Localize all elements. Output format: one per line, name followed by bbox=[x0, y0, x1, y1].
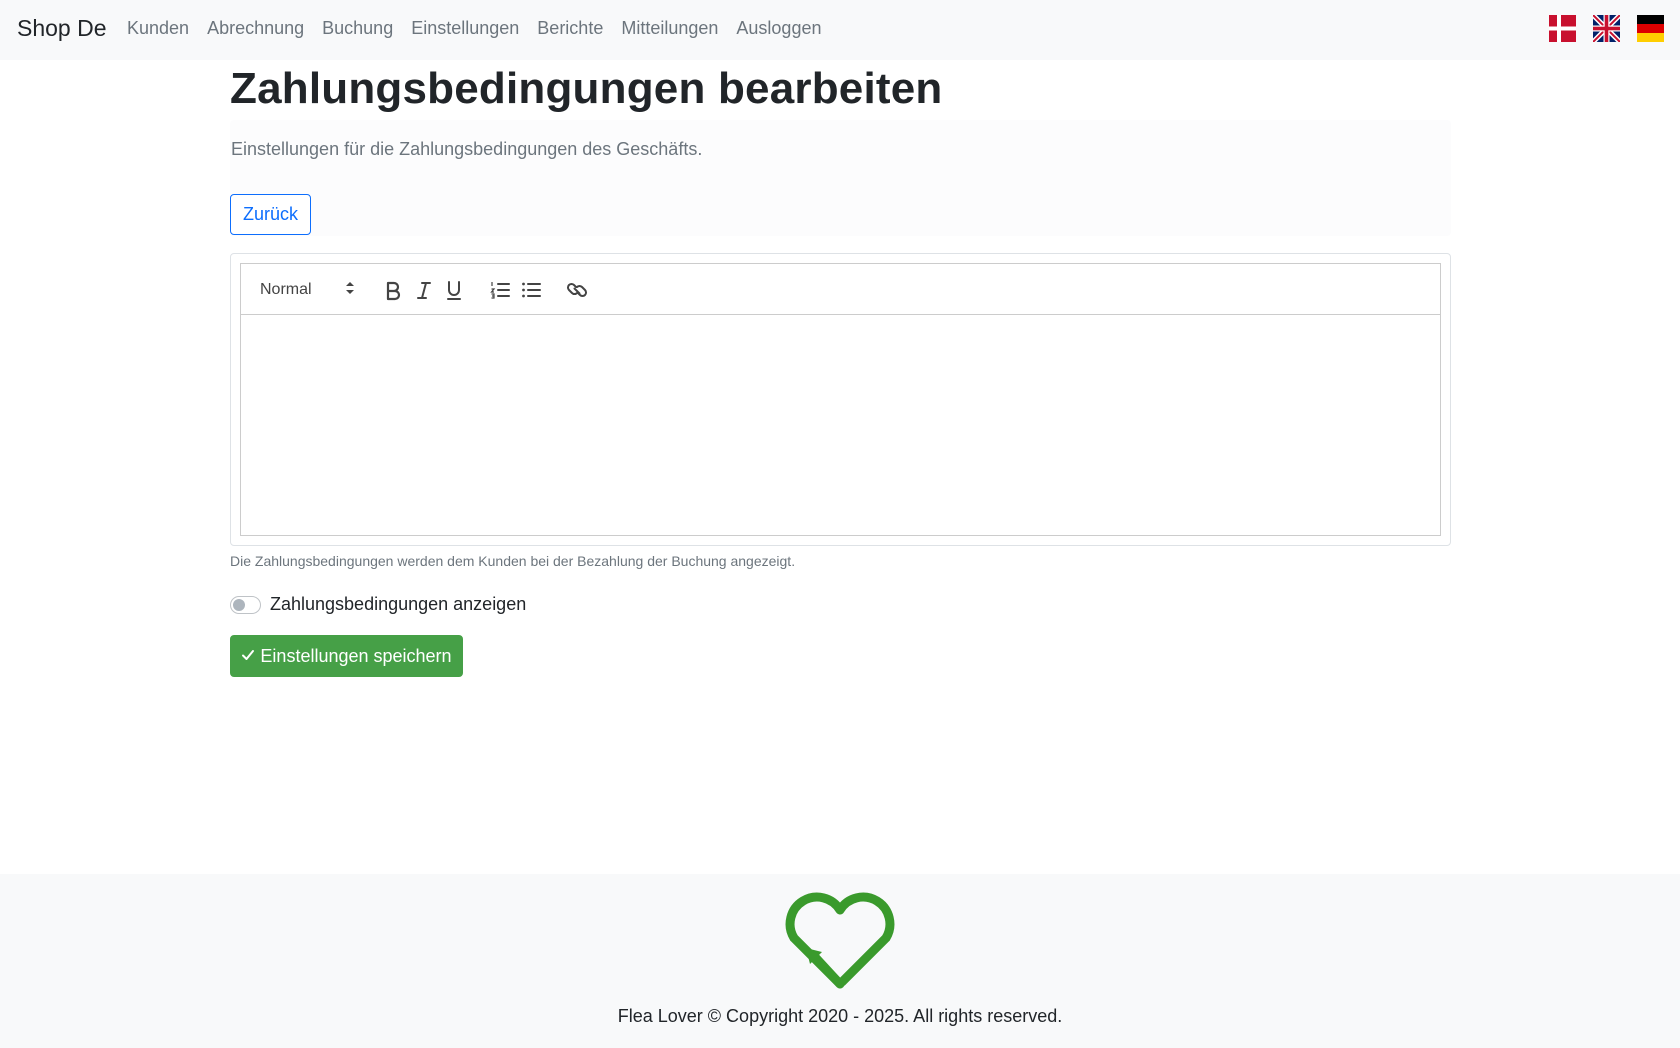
nav-link-buchung[interactable]: Buchung bbox=[322, 18, 393, 39]
ordered-list-icon[interactable] bbox=[487, 277, 513, 303]
page-description: Einstellungen für die Zahlungsbedingunge… bbox=[231, 139, 703, 159]
nav-link-einstellungen[interactable]: Einstellungen bbox=[411, 18, 519, 39]
show-terms-toggle[interactable] bbox=[230, 595, 261, 614]
link-icon[interactable] bbox=[564, 277, 590, 303]
nav-link-abrechnung[interactable]: Abrechnung bbox=[207, 18, 304, 39]
nav-link-berichte[interactable]: Berichte bbox=[537, 18, 603, 39]
back-button[interactable]: Zurück bbox=[230, 194, 311, 235]
italic-icon[interactable] bbox=[411, 277, 437, 303]
select-arrows-icon bbox=[345, 281, 355, 300]
top-navbar: Shop De Kunden Abrechnung Buchung Einste… bbox=[0, 0, 1680, 60]
danish-flag-icon[interactable] bbox=[1549, 15, 1576, 42]
language-flags bbox=[1549, 13, 1664, 44]
format-select[interactable]: Normal bbox=[260, 279, 355, 301]
underline-icon[interactable] bbox=[441, 277, 467, 303]
heart-recycle-logo-icon bbox=[780, 888, 900, 998]
german-flag-icon[interactable] bbox=[1637, 15, 1664, 42]
brand-link[interactable]: Shop De bbox=[17, 15, 107, 42]
editor-card: Normal bbox=[230, 253, 1451, 546]
save-settings-label: Einstellungen speichern bbox=[260, 645, 452, 666]
lead-panel bbox=[230, 120, 1451, 236]
bullet-list-icon[interactable] bbox=[518, 277, 544, 303]
bold-icon[interactable] bbox=[380, 277, 406, 303]
show-terms-toggle-label[interactable]: Zahlungsbedingungen anzeigen bbox=[270, 594, 526, 615]
editor-help-text: Die Zahlungsbedingungen werden dem Kunde… bbox=[230, 553, 796, 569]
check-icon bbox=[241, 646, 255, 667]
nav-link-mitteilungen[interactable]: Mitteilungen bbox=[621, 18, 718, 39]
toggle-knob bbox=[233, 598, 245, 611]
show-terms-toggle-row: Zahlungsbedingungen anzeigen bbox=[230, 594, 526, 615]
page-title: Zahlungsbedingungen bearbeiten bbox=[230, 64, 943, 113]
footer-copyright: Flea Lover © Copyright 2020 - 2025. All … bbox=[617, 1006, 1063, 1026]
page-footer: Flea Lover © Copyright 2020 - 2025. All … bbox=[0, 874, 1680, 1048]
rich-text-editor: Normal bbox=[240, 263, 1441, 536]
nav-link-kunden[interactable]: Kunden bbox=[127, 18, 189, 39]
nav-links: Kunden Abrechnung Buchung Einstellungen … bbox=[127, 18, 839, 39]
format-select-value: Normal bbox=[260, 281, 312, 298]
editor-content-area[interactable] bbox=[241, 315, 1440, 535]
uk-flag-icon[interactable] bbox=[1591, 13, 1622, 44]
save-settings-button[interactable]: Einstellungen speichern bbox=[230, 635, 463, 677]
editor-toolbar: Normal bbox=[241, 264, 1440, 315]
nav-link-ausloggen[interactable]: Ausloggen bbox=[736, 18, 821, 39]
